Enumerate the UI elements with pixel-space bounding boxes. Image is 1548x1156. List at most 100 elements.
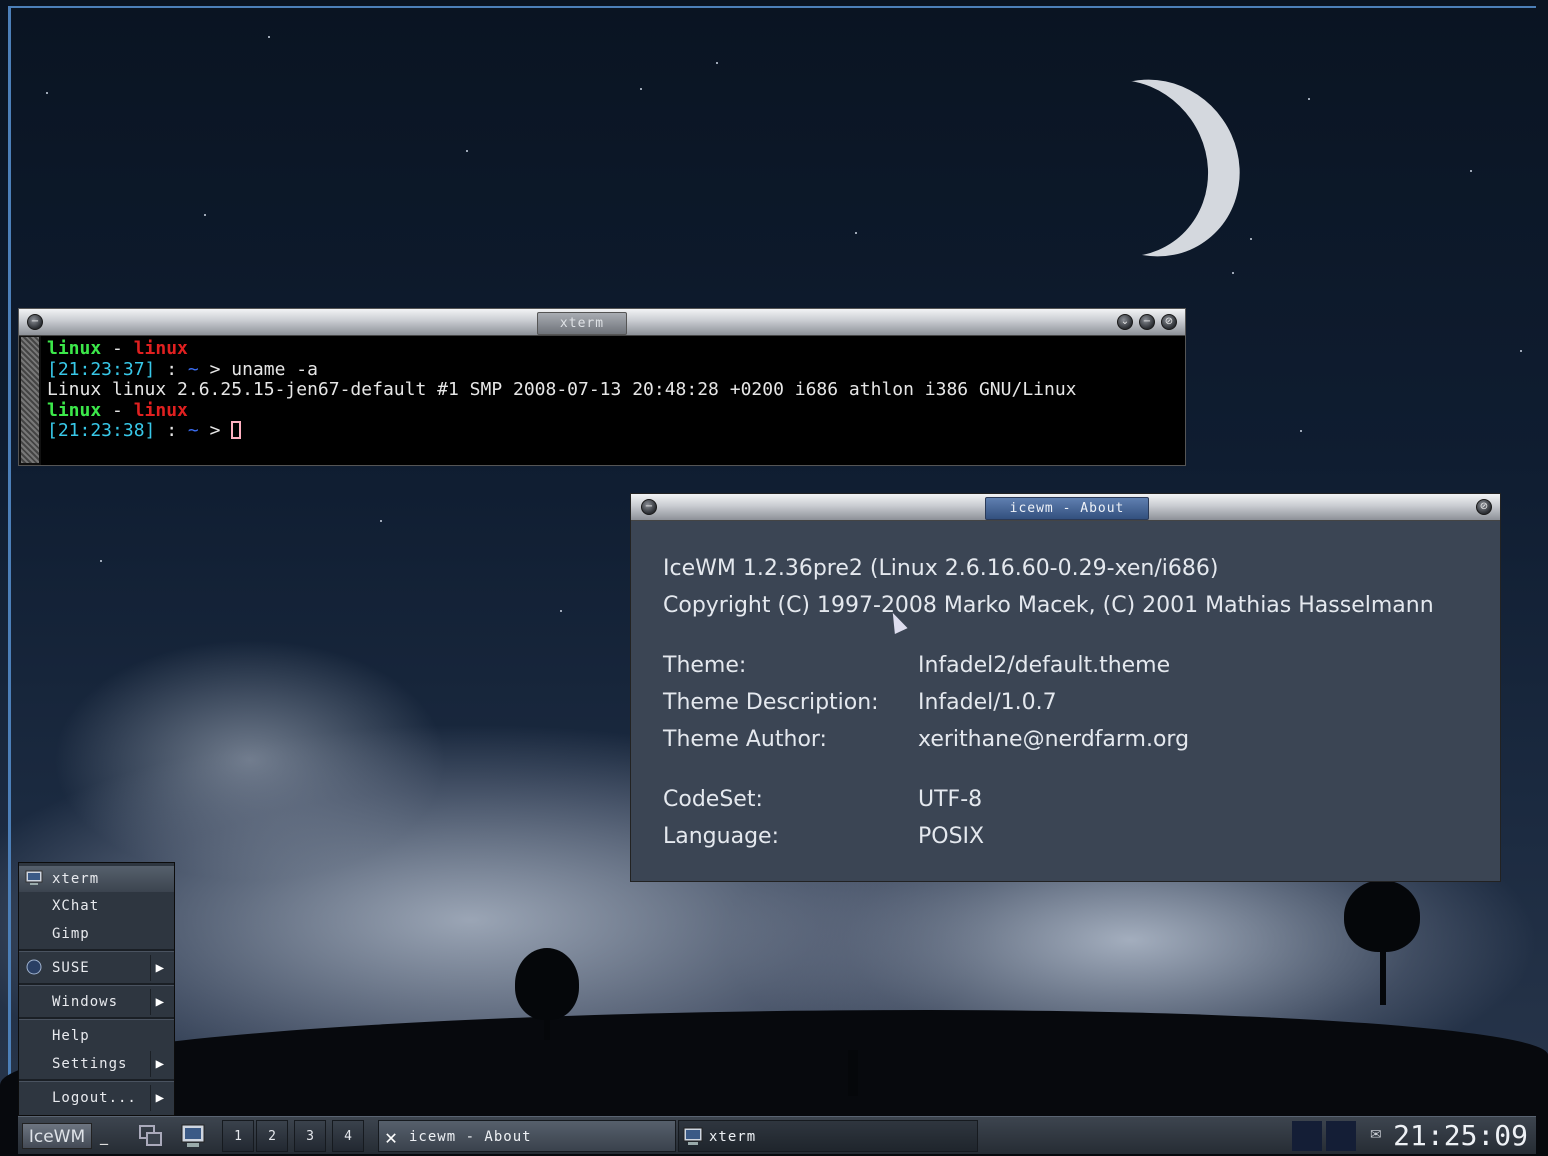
menu-item-logout[interactable]: Logout... ▶ [19,1085,174,1111]
submenu-divider [150,955,151,981]
taskbar: IceWM _ 1 2 3 4 ✕ icewm - About xterm ✉ … [18,1116,1536,1154]
clock[interactable]: 21:25:09 [1393,1117,1528,1155]
person-silhouette [848,1050,858,1096]
version-text: IceWM 1.2.36pre2 (Linux 2.6.16.60-0.29-x… [663,556,1219,581]
pager-cell[interactable] [1292,1121,1322,1151]
show-desktop-icon[interactable]: _ [100,1125,116,1147]
workspace-4-button[interactable]: 4 [332,1120,364,1152]
task-label: xterm [709,1129,757,1145]
submenu-divider [150,1051,151,1077]
info-value: POSIX [918,824,985,849]
workspace-3-button[interactable]: 3 [294,1120,326,1152]
suse-icon [26,959,42,975]
terminal-line: [21:23:37] : ~ > uname -a [47,358,1179,381]
terminal-line: [21:23:38] : ~ > [47,420,1179,442]
star [855,232,857,234]
info-value: Infadel/1.0.7 [918,690,1057,715]
start-button[interactable]: IceWM [22,1123,92,1149]
info-key: CodeSet: [663,787,763,812]
info-key: Theme Description: [663,690,879,715]
about-dialog[interactable]: − icewm - About ⊘ IceWM 1.2.36pre2 (Linu… [630,493,1501,882]
star [204,214,206,216]
about-title: icewm - About [985,497,1149,520]
star [100,560,102,562]
menu-item-xterm[interactable]: xterm [19,866,174,892]
star [560,610,562,612]
close-icon[interactable]: ⊘ [1161,314,1177,330]
prompt-tilde: ~ [187,420,199,441]
terminal-icon [25,870,43,885]
prompt-user: linux [47,338,102,359]
scrollbar-thumb[interactable] [21,337,39,463]
mail-icon[interactable]: ✉ [1370,1127,1388,1143]
prompt-sep: - [101,338,134,359]
info-value: UTF-8 [918,787,983,812]
about-content: IceWM 1.2.36pre2 (Linux 2.6.16.60-0.29-x… [663,550,1490,855]
xterm-window[interactable]: − xterm ⌄ − ⊘ linux - linux [21:23:37] : … [18,308,1186,466]
about-titlebar[interactable]: − icewm - About ⊘ [631,494,1500,521]
menu-item-settings[interactable]: Settings ▶ [19,1051,174,1077]
submenu-divider [150,989,151,1015]
info-row-theme-description: Theme Description: Infadel/1.0.7 [663,684,1490,721]
menu-item-help[interactable]: Help [19,1023,174,1049]
prompt-host: linux [133,399,188,421]
terminal-icon [683,1127,703,1145]
window-menu-icon[interactable]: − [641,499,657,515]
star [380,520,382,522]
xterm-titlebar[interactable]: − xterm ⌄ − ⊘ [19,309,1185,336]
text-cursor [231,421,242,439]
prompt-host: linux [133,338,188,359]
star [1308,98,1310,100]
pager-cell[interactable] [1326,1121,1356,1151]
star [268,36,270,38]
submenu-arrow-icon: ▶ [155,960,165,976]
window-list-icon[interactable] [136,1121,166,1151]
star [1470,170,1472,172]
submenu-divider [150,1085,151,1111]
prompt-arrow: > [198,420,232,441]
info-key: Theme Author: [663,727,827,752]
star [1520,350,1522,352]
close-icon[interactable]: ⊘ [1476,499,1492,515]
star [1250,238,1252,240]
terminal-launcher-icon[interactable] [178,1121,208,1151]
copyright-text: Copyright (C) 1997-2008 Marko Macek, (C)… [663,593,1434,618]
submenu-arrow-icon: ▶ [155,1090,165,1106]
command-output: Linux linux 2.6.25.15-jen67-default #1 S… [47,379,1077,400]
menu-item-xchat[interactable]: XChat [19,893,174,919]
task-button-xterm[interactable]: xterm [678,1120,978,1152]
window-menu-icon[interactable]: − [27,314,43,330]
submenu-arrow-icon: ▶ [155,1056,165,1072]
info-row-theme: Theme: Infadel2/default.theme [663,647,1490,684]
start-menu: xterm XChat Gimp SUSE ▶ Windows ▶ Help S… [18,862,175,1116]
workspace-1-button[interactable]: 1 [222,1120,254,1152]
xterm-title: xterm [537,312,627,335]
menu-separator [19,983,174,986]
minimize-icon[interactable]: ⌄ [1117,314,1133,330]
maximize-icon[interactable]: − [1139,314,1155,330]
prompt-tilde: ~ [187,358,199,380]
task-button-about[interactable]: ✕ icewm - About [378,1120,676,1152]
terminal-line: linux - linux [47,399,1179,422]
info-value: xerithane@nerdfarm.org [918,727,1190,752]
command-text: > uname -a [198,358,318,380]
menu-item-windows[interactable]: Windows ▶ [19,989,174,1015]
menu-separator [19,1079,174,1082]
info-key: Theme: [663,653,747,678]
workspace-2-button[interactable]: 2 [256,1120,288,1152]
star [716,62,718,64]
prompt-time: [21:23:37] [47,358,156,380]
prompt-user: linux [47,399,102,421]
info-row-language: Language: POSIX [663,818,1490,855]
x-icon: ✕ [385,1125,399,1149]
menu-item-suse[interactable]: SUSE ▶ [19,955,174,981]
menu-item-gimp[interactable]: Gimp [19,921,174,947]
terminal-output[interactable]: linux - linux [21:23:37] : ~ > uname -a Li… [47,338,1179,461]
info-value: Infadel2/default.theme [918,653,1171,678]
star [466,150,468,152]
task-label: icewm - About [409,1129,532,1145]
prompt-sep: - [101,399,134,421]
info-row-theme-author: Theme Author: xerithane@nerdfarm.org [663,721,1490,758]
star [640,88,642,90]
prompt-time: [21:23:38] [47,420,156,441]
